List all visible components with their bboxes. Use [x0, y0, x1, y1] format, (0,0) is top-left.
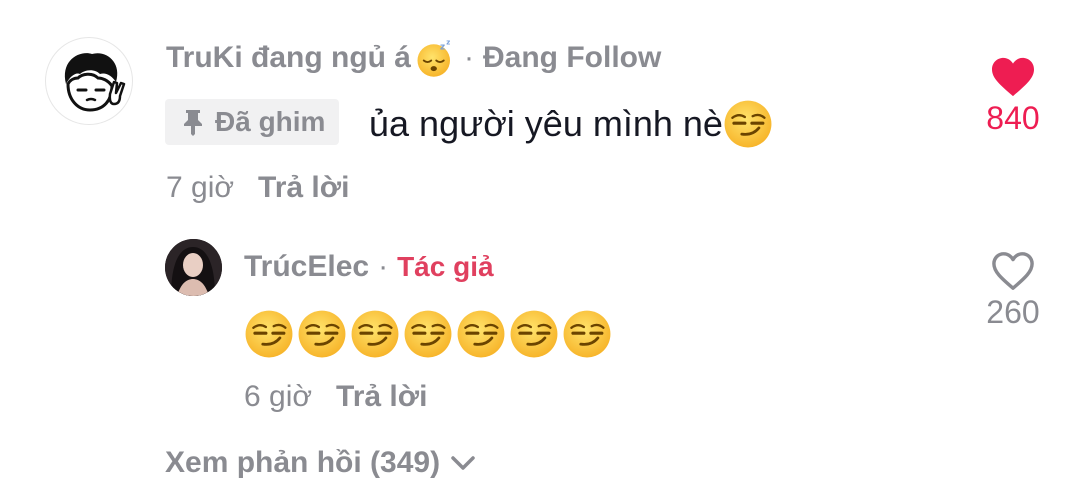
author-tag: Tác giả	[397, 251, 494, 282]
smirking-face-icon	[562, 309, 612, 359]
reply-avatar[interactable]	[165, 239, 222, 296]
separator-dot: ·	[464, 41, 474, 74]
commenter-avatar[interactable]	[45, 37, 133, 125]
separator-dot: ·	[378, 250, 389, 283]
reply-header: TrúcElec · Tác giả	[244, 247, 494, 287]
comment-header: TruKi đang ngủ á · Đang Follow	[166, 38, 661, 78]
follow-status[interactable]: Đang Follow	[483, 41, 661, 75]
reply-button[interactable]: Trả lời	[258, 171, 349, 205]
comment-time: 7 giờ	[166, 171, 235, 204]
smirking-face-icon	[350, 309, 400, 359]
reply-meta: 6 giờ Trả lời	[244, 377, 427, 417]
smirking-face-icon	[297, 309, 347, 359]
chevron-down-icon	[451, 456, 475, 470]
smirking-face-icon	[403, 309, 453, 359]
view-replies-label: Xem phản hồi (349)	[165, 446, 441, 479]
pin-icon	[184, 110, 202, 136]
comment-username[interactable]: TruKi đang ngủ á	[166, 41, 411, 75]
pinned-badge: Đã ghim	[165, 99, 340, 145]
comment-body: ủa người yêu mình nè	[369, 103, 723, 144]
reply-time: 6 giờ	[244, 380, 313, 413]
reply-to-reply-button[interactable]: Trả lời	[336, 380, 427, 414]
cartoon-avatar-icon	[64, 53, 126, 112]
smirking-face-icon	[456, 309, 506, 359]
reply-username[interactable]: TrúcElec	[244, 250, 369, 284]
smirking-face-icon	[723, 99, 773, 149]
comment-meta: 7 giờ Trả lời	[166, 168, 349, 208]
smirking-face-icon	[244, 309, 294, 359]
comment-text: ủa người yêu mình nè	[369, 101, 773, 147]
comment-like-count: 840	[986, 100, 1040, 136]
heart-outline-icon	[992, 252, 1034, 290]
profile-photo-icon	[165, 239, 222, 296]
sleeping-face-icon	[415, 38, 455, 78]
heart-filled-icon	[992, 57, 1034, 97]
pinned-label: Đã ghim	[215, 106, 326, 137]
reply-like-count: 260	[986, 294, 1040, 330]
view-replies-button[interactable]: Xem phản hồi (349)	[165, 440, 478, 486]
comment-like-button[interactable]: 840	[968, 56, 1058, 137]
reply-body	[244, 309, 615, 359]
smirking-face-icon	[509, 309, 559, 359]
reply-like-button[interactable]: 260	[968, 250, 1058, 331]
